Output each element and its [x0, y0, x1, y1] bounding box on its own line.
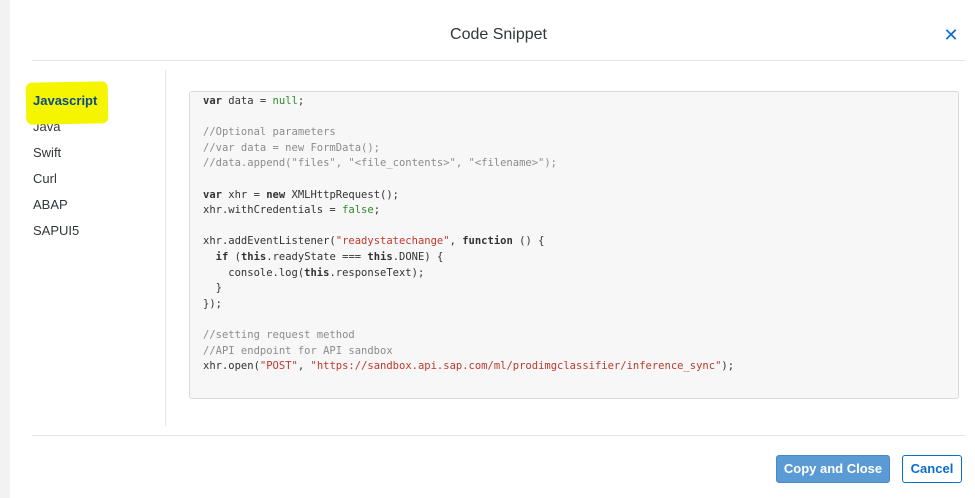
language-item-javascript[interactable]: Javascript [25, 81, 152, 125]
cancel-button[interactable]: Cancel [902, 455, 962, 483]
code-line: xhr.addEventListener("readystatechange",… [203, 235, 545, 248]
code-snippet: var data = null; //Optional parameters /… [190, 92, 958, 375]
language-item-swift[interactable]: Swift [32, 140, 152, 166]
code-line: //Optional parameters [203, 126, 336, 139]
code-line: xhr.open("POST", "https://sandbox.api.sa… [203, 360, 735, 373]
code-viewer[interactable]: var data = null; //Optional parameters /… [189, 91, 959, 399]
code-line: if (this.readyState === this.DONE) { [215, 250, 444, 263]
close-icon[interactable]: ✕ [942, 26, 960, 44]
code-line: //var data = new FormData(); [203, 141, 381, 154]
language-item-curl[interactable]: Curl [32, 166, 152, 192]
language-item-abap[interactable]: ABAP [32, 192, 152, 218]
dialog-title: Code Snippet [450, 26, 547, 43]
footer-divider [32, 435, 965, 436]
code-line: xhr.withCredentials = false; [203, 204, 381, 217]
code-line: //API endpoint for API sandbox [203, 344, 393, 357]
language-label: Curl [33, 171, 57, 186]
code-line: //data.append("files", "<file_contents>"… [203, 157, 558, 170]
language-label: ABAP [33, 197, 68, 212]
code-line: }); [203, 297, 222, 310]
code-line: var xhr = new XMLHttpRequest(); [203, 188, 399, 201]
copy-and-close-button[interactable]: Copy and Close [776, 455, 890, 483]
code-line: //setting request method [203, 328, 355, 341]
language-item-sapui5[interactable]: SAPUI5 [32, 218, 152, 244]
code-snippet-dialog: Code Snippet ✕ Javascript Java Swift Cur… [10, 0, 975, 498]
language-label: SAPUI5 [33, 223, 80, 238]
code-line: } [203, 282, 222, 295]
language-label: Swift [33, 145, 62, 160]
language-list: Javascript Java Swift Curl ABAP SAPUI5 [25, 81, 152, 244]
code-line: console.log(this.responseText); [203, 266, 425, 279]
dialog-header: Code Snippet ✕ [32, 0, 965, 61]
code-line: var data = null; [203, 95, 305, 107]
nav-divider [165, 70, 166, 426]
language-label: Javascript [33, 93, 98, 108]
